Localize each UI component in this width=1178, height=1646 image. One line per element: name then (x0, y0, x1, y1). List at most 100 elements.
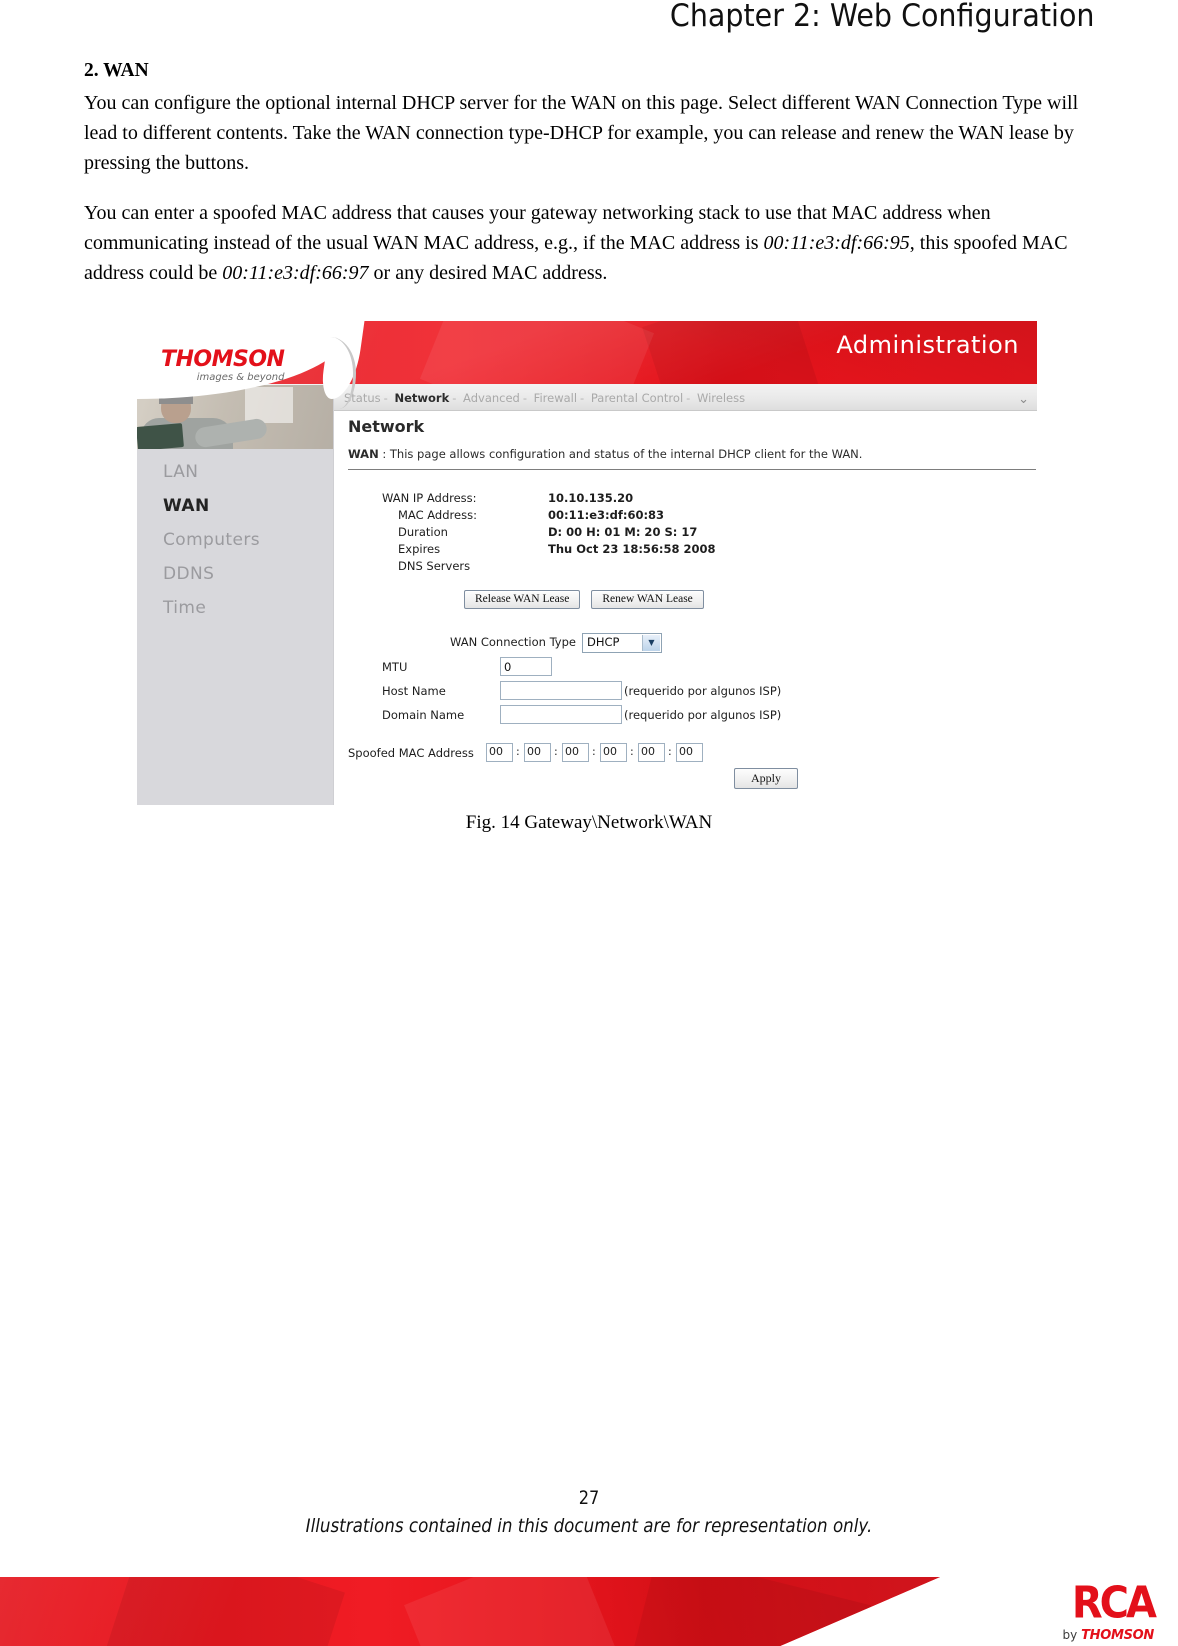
spoofed-mac-octet-1[interactable]: 00 (486, 743, 513, 762)
wan-connection-type-label: WAN Connection Type (449, 635, 576, 649)
nav-link-firewall[interactable]: Firewall (532, 391, 579, 405)
domain-name-label: Domain Name (382, 708, 465, 722)
table-row: DNS Servers (382, 559, 716, 576)
sidebar-menu: LAN WAN Computers DDNS Time (137, 455, 333, 625)
divider (348, 469, 1036, 470)
form-row-connection-type: WAN Connection Type DHCP ▼ (348, 633, 1038, 657)
status-key-dns-servers: DNS Servers (398, 559, 471, 573)
chevron-down-icon[interactable]: ⌄ (1018, 392, 1029, 407)
lease-button-group: Release WAN Lease Renew WAN Lease (464, 589, 711, 609)
page-title: Network (348, 417, 425, 436)
router-admin-screenshot: Administration THOMSON images & beyond G… (137, 321, 1037, 805)
spoofed-mac-label: Spoofed MAC Address (348, 746, 474, 760)
main-content-pane: Network WAN : This page allows configura… (334, 411, 1037, 805)
page-number: 27 (578, 1487, 600, 1509)
footer-facet-2 (404, 1577, 616, 1646)
form-row-domain-name: Domain Name (requerido por algunos ISP) (348, 705, 1038, 729)
mac-separator-4: : (630, 745, 634, 758)
mac-address-example-original: 00:11:e3:df:66:95 (763, 232, 910, 254)
sidebar-item-time[interactable]: Time (137, 591, 333, 625)
chapter-title: Chapter 2: Web Configuration (669, 0, 1094, 34)
sidebar: LAN WAN Computers DDNS Time (137, 385, 334, 805)
page-description-label: WAN (348, 447, 379, 461)
paragraph-2-text-c: or any desired MAC address. (368, 262, 608, 284)
figure-caption: Fig. 14 Gateway\Network\WAN (465, 812, 713, 833)
page-header: Chapter 2: Web Configuration (0, 0, 1178, 46)
sidebar-item-lan[interactable]: LAN (137, 455, 333, 489)
status-value-wan-ip: 10.10.135.20 (548, 491, 634, 505)
status-key-wan-ip: WAN IP Address: (382, 491, 477, 505)
sidebar-item-wan[interactable]: WAN (137, 489, 333, 523)
renew-wan-lease-button[interactable]: Renew WAN Lease (591, 590, 704, 609)
mtu-input[interactable]: 0 (500, 657, 552, 676)
host-name-input[interactable] (500, 681, 622, 700)
apply-button-wrap: Apply (734, 768, 798, 789)
wan-connection-type-select[interactable]: DHCP ▼ (582, 633, 662, 653)
nav-links: Status - Network - Advanced - Firewall - Par… (342, 391, 747, 405)
table-row: MAC Address: 00:11:e3:df:60:83 (382, 508, 716, 525)
wan-connection-type-value: DHCP (587, 635, 620, 649)
document-body: 2. WAN You can configure the optional in… (84, 60, 1088, 288)
spoofed-mac-octet-5[interactable]: 00 (638, 743, 665, 762)
footer-facet-3 (628, 1577, 872, 1646)
mtu-label: MTU (382, 660, 408, 674)
thomson-tagline: images & beyond (196, 372, 285, 383)
nav-link-wireless[interactable]: Wireless (695, 391, 747, 405)
thomson-wordmark: THOMSON (161, 347, 285, 372)
mac-address-example-spoofed: 00:11:e3:df:66:97 (222, 262, 369, 284)
paragraph-1: You can configure the optional internal … (84, 92, 1079, 174)
footer-note: Illustrations contained in this document… (305, 1515, 873, 1537)
mac-separator-2: : (554, 745, 558, 758)
nav-sep-2: - (452, 391, 457, 405)
status-value-duration: D: 00 H: 01 M: 20 S: 17 (548, 525, 698, 539)
status-key-duration: Duration (398, 525, 448, 539)
host-name-label: Host Name (382, 684, 446, 698)
table-row: WAN IP Address: 10.10.135.20 (382, 491, 716, 508)
domain-name-input[interactable] (500, 705, 622, 724)
banner-facet-1 (419, 321, 655, 384)
photo-laptop (137, 423, 184, 449)
nav-sep-5: - (686, 391, 691, 405)
mac-separator-3: : (592, 745, 596, 758)
form-row-host-name: Host Name (requerido por algunos ISP) (348, 681, 1038, 705)
nav-link-network[interactable]: Network (392, 391, 451, 405)
status-value-dns-servers (548, 559, 716, 576)
mac-separator-5: : (668, 745, 672, 758)
spoofed-mac-octet-6[interactable]: 00 (676, 743, 703, 762)
chevron-down-icon[interactable]: ▼ (642, 635, 660, 651)
nav-sep-1: - (383, 391, 388, 405)
footer-red-bar (0, 1577, 940, 1646)
status-value-expires: Thu Oct 23 18:56:58 2008 (548, 542, 716, 556)
rca-wordmark: RCA (1071, 1578, 1157, 1629)
rca-byline-brand: THOMSON (1081, 1628, 1154, 1643)
banner-facet-2 (642, 321, 822, 384)
table-row: Expires Thu Oct 23 18:56:58 2008 (382, 542, 716, 559)
form-row-mtu: MTU 0 (348, 657, 1038, 681)
status-value-mac-address: 00:11:e3:df:60:83 (548, 508, 665, 522)
domain-name-hint: (requerido por algunos ISP) (624, 708, 782, 722)
wan-config-form: WAN Connection Type DHCP ▼ MTU 0 Host Na… (348, 633, 1038, 729)
host-name-hint: (requerido por algunos ISP) (624, 684, 782, 698)
paragraph-2: You can enter a spoofed MAC address that… (84, 198, 1088, 288)
page-description: WAN : This page allows configuration and… (348, 447, 862, 461)
page-description-text: : This page allows configuration and sta… (378, 447, 863, 461)
table-row: Duration D: 00 H: 01 M: 20 S: 17 (382, 525, 716, 542)
status-key-mac-address: MAC Address: (398, 508, 477, 522)
mac-separator-1: : (516, 745, 520, 758)
rca-byline: by THOMSON (1063, 1628, 1155, 1643)
nav-link-parental-control[interactable]: Parental Control (589, 391, 685, 405)
sidebar-item-computers[interactable]: Computers (137, 523, 333, 557)
spoofed-mac-octet-3[interactable]: 00 (562, 743, 589, 762)
spoofed-mac-octet-2[interactable]: 00 (524, 743, 551, 762)
spoofed-mac-octet-4[interactable]: 00 (600, 743, 627, 762)
thomson-logo: THOMSON images & beyond (161, 347, 285, 384)
banner-title: Administration (836, 331, 1019, 359)
status-key-expires: Expires (398, 542, 441, 556)
section-heading: 2. WAN (84, 60, 149, 81)
nav-sep-4: - (580, 391, 585, 405)
apply-button[interactable]: Apply (734, 768, 798, 789)
photo-window (245, 387, 293, 423)
nav-link-advanced[interactable]: Advanced (461, 391, 522, 405)
release-wan-lease-button[interactable]: Release WAN Lease (464, 590, 581, 609)
sidebar-item-ddns[interactable]: DDNS (137, 557, 333, 591)
